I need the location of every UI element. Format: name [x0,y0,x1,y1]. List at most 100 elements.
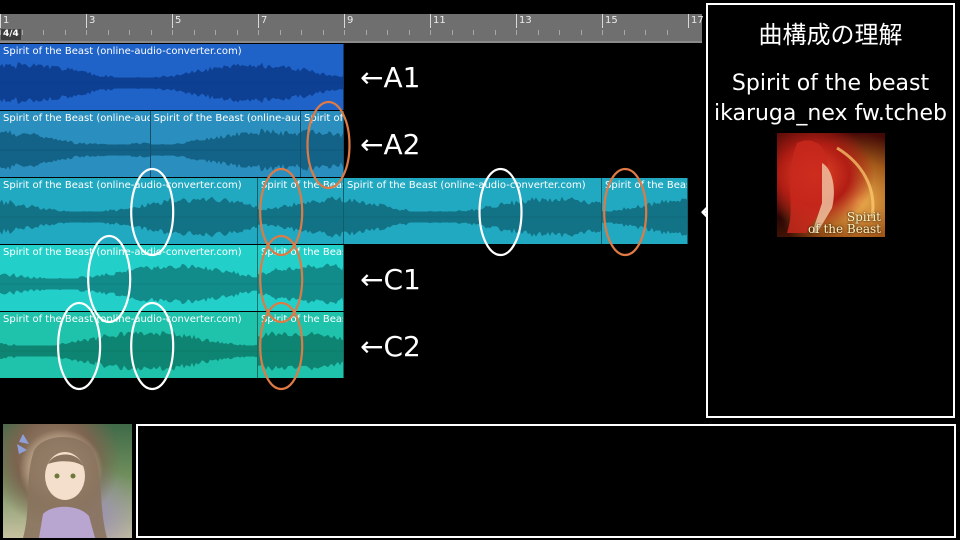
ruler-sub-tick [559,30,560,35]
ruler-sub-tick [387,30,388,35]
waveform [258,263,343,305]
audio-region-b[interactable]: Spirit of the Beast (online-audio-conver… [0,178,258,244]
cover-title-text: Spirit of the Beast [807,210,881,236]
ruler-sub-tick [602,30,603,35]
ruler-sub-tick [322,30,324,35]
ruler-sub-tick [451,30,453,35]
ruler-sub-tick [408,30,410,35]
ruler-sub-tick [623,30,625,35]
ruler-bar-tick [516,14,517,28]
timeline-ruler[interactable]: 4/4 1 3 5 7 9 11 13 15 17 [0,14,704,42]
region-name: Spirit of the Beast (online-audio-conver… [347,180,586,191]
label-a1: ←A1 [360,61,421,94]
waveform [0,264,257,304]
audio-region-c1[interactable]: Spirit of the Beast (online-audio-conver… [0,245,258,311]
artist-name: ikaruga_nex fw.tcheb [714,101,947,126]
ruler-bar-number: 17 [691,15,704,26]
ruler-bar-number: 5 [175,15,182,26]
song-info-panel: 曲構成の理解 Spirit of the beast ikaruga_nex f… [706,3,955,418]
ruler-bar-number: 9 [347,15,354,26]
ruler-divider [0,41,702,43]
ruler-sub-tick [365,30,367,35]
song-title: Spirit of the beast [731,71,930,96]
region-name: Spirit of the Beast (online-audio-conver… [3,113,150,124]
ruler-sub-tick [215,30,216,35]
ruler-sub-tick [344,30,345,35]
ruler-sub-tick [193,30,195,35]
waveform [602,198,687,236]
ruler-sub-tick [494,30,496,35]
region-name: Spirit of the Beast (online-audio-conver… [3,247,242,258]
ruler-bar-tick [172,14,173,28]
ruler-bar-number: 15 [605,15,618,26]
audio-region-c2[interactable]: Spirit of the Beast (online-audio-conver… [258,312,344,378]
audio-region-c1[interactable]: Spirit of the Beast (online-audio-conver… [258,245,344,311]
ruler-bar-number: 3 [89,15,96,26]
ruler-sub-tick [473,30,474,35]
ruler-sub-tick [0,30,1,35]
ruler-sub-tick [150,30,152,35]
waveform [0,62,343,104]
album-cover-image: Spirit of the Beast [777,133,885,237]
audio-region-a2[interactable]: Spirit of the Beast (online-audio-conver… [0,111,151,177]
ruler-bar-number: 11 [433,15,446,26]
waveform [258,196,343,238]
ruler-sub-tick [279,30,281,35]
ruler-sub-tick [580,30,582,35]
region-name: Spirit of the Beast (online-audio-conver… [3,46,242,57]
caption-box [136,424,956,538]
ruler-bar-tick [688,14,689,28]
ruler-bar-number: 13 [519,15,532,26]
ruler-sub-tick [301,30,302,35]
ruler-bar-number: 1 [3,15,10,26]
ruler-sub-tick [430,30,431,35]
audio-region-c2[interactable]: Spirit of the Beast (online-audio-conver… [0,312,258,378]
ruler-sub-tick [172,30,173,35]
ruler-bar-tick [344,14,345,28]
waveform [150,128,301,172]
audio-region-a1[interactable]: Spirit of the Beast (online-audio-conver… [0,44,344,110]
region-name: Spirit of the Beast (online-audio-conver… [3,180,242,191]
avatar-figure [17,434,107,538]
label-c2: ←C2 [360,330,421,363]
ruler-sub-tick [129,30,130,35]
waveform [344,196,601,238]
ruler-sub-tick [645,30,646,35]
ruler-bar-tick [0,14,1,28]
region-name: Spirit of the Beast (online-audio-conver… [153,113,301,124]
region-name: Spirit of the Beast (online-audio-conver… [605,180,687,191]
label-c1: ←C1 [360,263,421,296]
time-signature: 4/4 [1,29,21,40]
audio-region-b[interactable]: Spirit of the Beast (online-audio-conver… [258,178,344,244]
ruler-sub-tick [64,30,66,35]
ruler-sub-tick [537,30,539,35]
region-name: Spirit of the Beast (online-audio-conver… [261,180,343,191]
ruler-sub-tick [86,30,87,35]
ruler-sub-tick [516,30,517,35]
waveform [258,331,343,371]
ruler-sub-tick [666,30,668,35]
audio-region-a2[interactable]: Spirit of the Beast (online-audio-conver… [150,111,301,177]
audio-region-a2[interactable]: Spirit of the Beast (online-audio-conver… [301,111,344,177]
ruler-sub-tick [236,30,238,35]
ruler-bar-tick [86,14,87,28]
ruler-sub-tick [258,30,259,35]
label-a2: ←A2 [360,128,421,161]
waveform [0,130,150,170]
waveform [301,129,343,171]
ruler-bar-tick [430,14,431,28]
narrator-avatar-image [3,424,132,538]
panel-heading: 曲構成の理解 [758,21,903,49]
region-name: Spirit of the Beast (online-audio-conver… [261,314,343,325]
ruler-bar-tick [602,14,603,28]
region-name: Spirit of the Beast (online-audio-conver… [3,314,242,325]
region-name: Spirit of the Beast (online-audio-conver… [304,113,344,124]
audio-region-b[interactable]: Spirit of the Beast (online-audio-conver… [344,178,602,244]
waveform [0,331,257,371]
region-name: Spirit of the Beast (online-audio-conver… [261,247,343,258]
waveform [0,196,257,238]
audio-region-b[interactable]: Spirit of the Beast (online-audio-conver… [602,178,688,244]
ruler-sub-tick [43,30,44,35]
ruler-sub-tick [21,30,23,35]
ruler-bar-tick [258,14,259,28]
